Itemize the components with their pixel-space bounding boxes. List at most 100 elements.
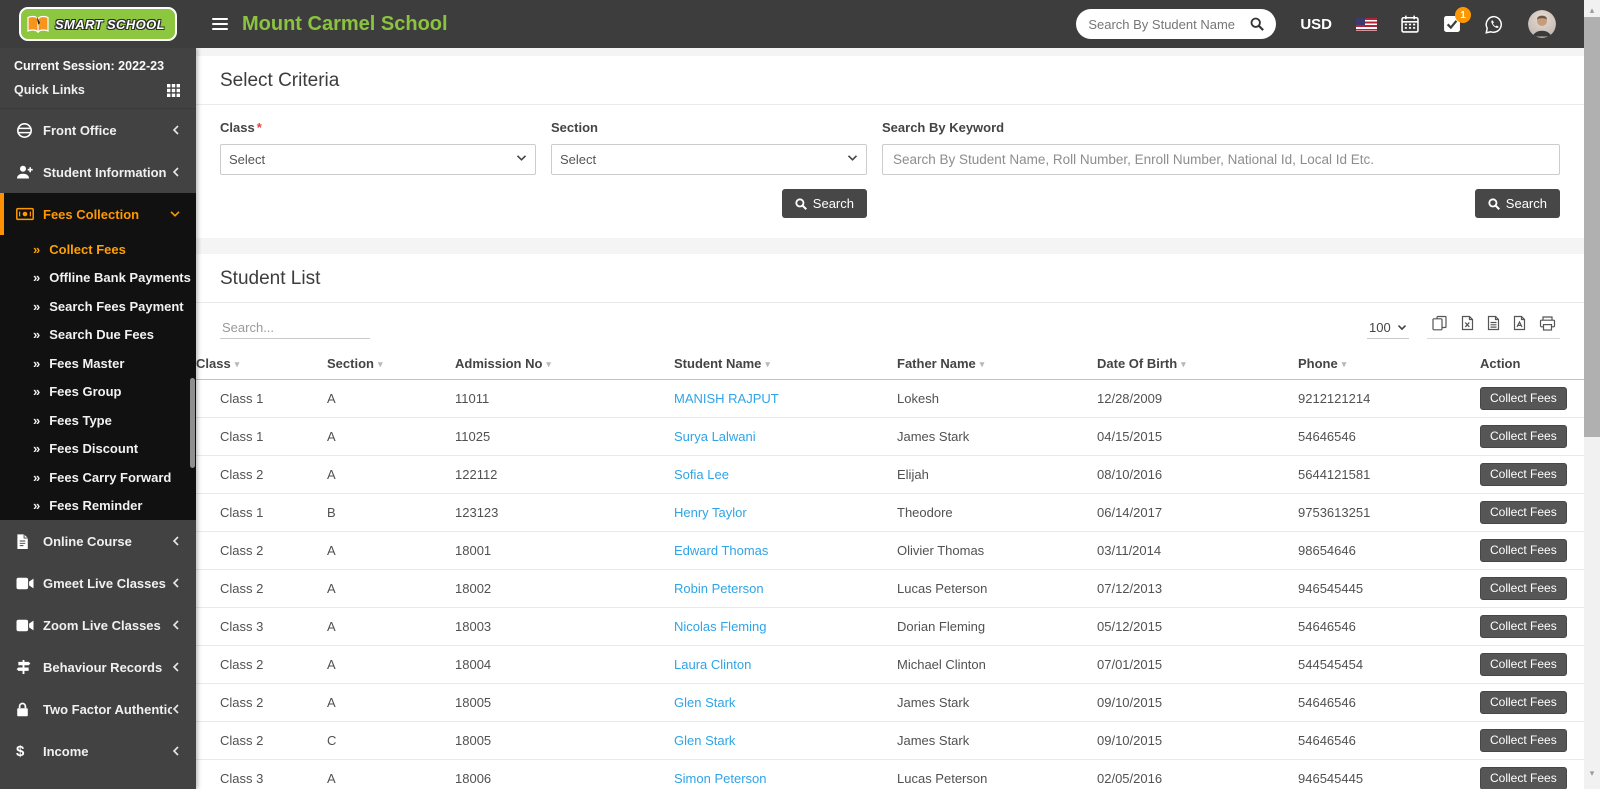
student-name-link[interactable]: Sofia Lee	[674, 467, 729, 482]
collect-fees-button[interactable]: Collect Fees	[1480, 463, 1567, 486]
sort-icon: ▾	[1181, 359, 1186, 369]
sidebar-scrollbar-thumb[interactable]	[190, 378, 195, 468]
sidebar-subitem-label: Offline Bank Payments	[49, 270, 191, 285]
print-icon[interactable]	[1539, 316, 1556, 331]
sidebar-subitem-label: Fees Discount	[49, 441, 138, 456]
table-search-input[interactable]	[220, 317, 370, 339]
double-angle-icon: »	[33, 327, 40, 342]
column-header[interactable]: Phone▾	[1298, 347, 1480, 380]
sidebar-subitem[interactable]: » Fees Master	[0, 349, 196, 378]
sidebar-subitem[interactable]: » Fees Type	[0, 406, 196, 435]
collect-fees-button[interactable]: Collect Fees	[1480, 577, 1567, 600]
header-search-input[interactable]	[1088, 17, 1242, 32]
search-icon[interactable]	[1250, 17, 1264, 31]
cell-father-name: James Stark	[897, 722, 1097, 760]
column-header[interactable]: Class▾	[196, 347, 327, 380]
sidebar-item[interactable]: Gmeet Live Classes	[0, 562, 196, 604]
sidebar-item[interactable]: Behaviour Records	[0, 646, 196, 688]
student-name-link[interactable]: Glen Stark	[674, 695, 735, 710]
sidebar-item[interactable]: Zoom Live Classes	[0, 604, 196, 646]
avatar[interactable]	[1528, 10, 1556, 38]
column-header[interactable]: Section▾	[327, 347, 455, 380]
csv-icon[interactable]	[1487, 315, 1500, 331]
sidebar-subitem-label: Fees Carry Forward	[49, 470, 171, 485]
hamburger-icon[interactable]	[212, 18, 228, 30]
student-name-link[interactable]: MANISH RAJPUT	[674, 391, 779, 406]
whatsapp-icon[interactable]	[1485, 15, 1504, 34]
sidebar-subitem[interactable]: » Fees Discount	[0, 435, 196, 464]
collect-fees-button[interactable]: Collect Fees	[1480, 501, 1567, 524]
collect-fees-button[interactable]: Collect Fees	[1480, 729, 1567, 752]
page-scrollbar[interactable]: ▴ ▾	[1584, 0, 1600, 789]
search-icon	[1488, 198, 1500, 210]
required-asterisk: *	[257, 120, 262, 135]
student-name-link[interactable]: Glen Stark	[674, 733, 735, 748]
collect-fees-button[interactable]: Collect Fees	[1480, 653, 1567, 676]
student-name-link[interactable]: Robin Peterson	[674, 581, 764, 596]
table-row: Class 2 A 18004 Laura Clinton Michael Cl…	[196, 646, 1584, 684]
sidebar-subitem[interactable]: » Fees Reminder	[0, 492, 196, 521]
grid-icon[interactable]	[167, 84, 180, 97]
scrollbar-thumb[interactable]	[1584, 17, 1600, 437]
student-name-link[interactable]: Simon Peterson	[674, 771, 767, 786]
column-header[interactable]: Student Name▾	[674, 347, 897, 380]
collect-fees-button[interactable]: Collect Fees	[1480, 691, 1567, 714]
collect-fees-button[interactable]: Collect Fees	[1480, 387, 1567, 410]
sidebar-subitem[interactable]: » Fees Group	[0, 378, 196, 407]
cell-admission-no: 18005	[455, 722, 674, 760]
sidebar-subitem[interactable]: » Fees Carry Forward	[0, 463, 196, 492]
class-select[interactable]: Select	[220, 144, 536, 175]
collect-fees-button[interactable]: Collect Fees	[1480, 425, 1567, 448]
quick-links[interactable]: Quick Links	[0, 75, 196, 109]
scroll-down-arrow[interactable]: ▾	[1584, 765, 1600, 781]
sidebar-item[interactable]: Front Office	[0, 109, 196, 151]
sidebar-item[interactable]: Online Course	[0, 520, 196, 562]
app-logo[interactable]: SMART SCHOOL	[0, 0, 196, 48]
column-header[interactable]: Date Of Birth▾	[1097, 347, 1298, 380]
cell-phone: 946545445	[1298, 760, 1480, 789]
cell-admission-no: 18005	[455, 684, 674, 722]
sidebar-item-fees-collection[interactable]: Fees Collection	[0, 193, 196, 235]
collect-fees-button[interactable]: Collect Fees	[1480, 539, 1567, 562]
student-name-link[interactable]: Edward Thomas	[674, 543, 768, 558]
sidebar-item-icon	[16, 659, 43, 675]
us-flag-icon[interactable]	[1356, 18, 1377, 31]
column-header[interactable]: Action	[1480, 347, 1584, 380]
sidebar-subitem[interactable]: » Search Due Fees	[0, 321, 196, 350]
cell-admission-no: 18004	[455, 646, 674, 684]
sidebar-subitem[interactable]: » Collect Fees	[0, 235, 196, 264]
section-select[interactable]: Select	[551, 144, 867, 175]
pdf-icon[interactable]	[1513, 315, 1526, 331]
sidebar-subitem[interactable]: » Offline Bank Payments	[0, 264, 196, 293]
sidebar-subitem-label: Fees Reminder	[49, 498, 142, 513]
excel-icon[interactable]	[1461, 315, 1474, 331]
sidebar-item[interactable]: $ Income	[0, 730, 196, 772]
search-button-keyword[interactable]: Search	[1475, 189, 1560, 218]
keyword-input[interactable]	[882, 144, 1560, 175]
student-name-link[interactable]: Nicolas Fleming	[674, 619, 766, 634]
column-header[interactable]: Admission No▾	[455, 347, 674, 380]
sidebar-item[interactable]: Two Factor Authentication	[0, 688, 196, 730]
student-name-link[interactable]: Laura Clinton	[674, 657, 751, 672]
logo-text: SMART SCHOOL	[55, 17, 165, 32]
cell-class: Class 3	[196, 760, 327, 789]
copy-icon[interactable]	[1431, 315, 1448, 331]
search-button[interactable]: Search	[782, 189, 867, 218]
collect-fees-button[interactable]: Collect Fees	[1480, 767, 1567, 789]
collect-fees-button[interactable]: Collect Fees	[1480, 615, 1567, 638]
double-angle-icon: »	[33, 498, 40, 513]
currency-selector[interactable]: USD	[1300, 16, 1332, 33]
calendar-icon[interactable]	[1401, 15, 1419, 33]
cell-section: A	[327, 380, 455, 418]
cell-section: A	[327, 608, 455, 646]
student-name-link[interactable]: Surya Lalwani	[674, 429, 756, 444]
student-name-link[interactable]: Henry Taylor	[674, 505, 747, 520]
money-bill-icon	[16, 207, 43, 221]
column-header[interactable]: Father Name▾	[897, 347, 1097, 380]
tasks-icon[interactable]: 1	[1443, 15, 1461, 33]
cell-section: A	[327, 760, 455, 789]
sidebar-item[interactable]: Student Information	[0, 151, 196, 193]
scroll-up-arrow[interactable]: ▴	[1584, 2, 1600, 18]
page-size-select[interactable]: 100	[1367, 318, 1409, 338]
sidebar-subitem[interactable]: » Search Fees Payment	[0, 292, 196, 321]
